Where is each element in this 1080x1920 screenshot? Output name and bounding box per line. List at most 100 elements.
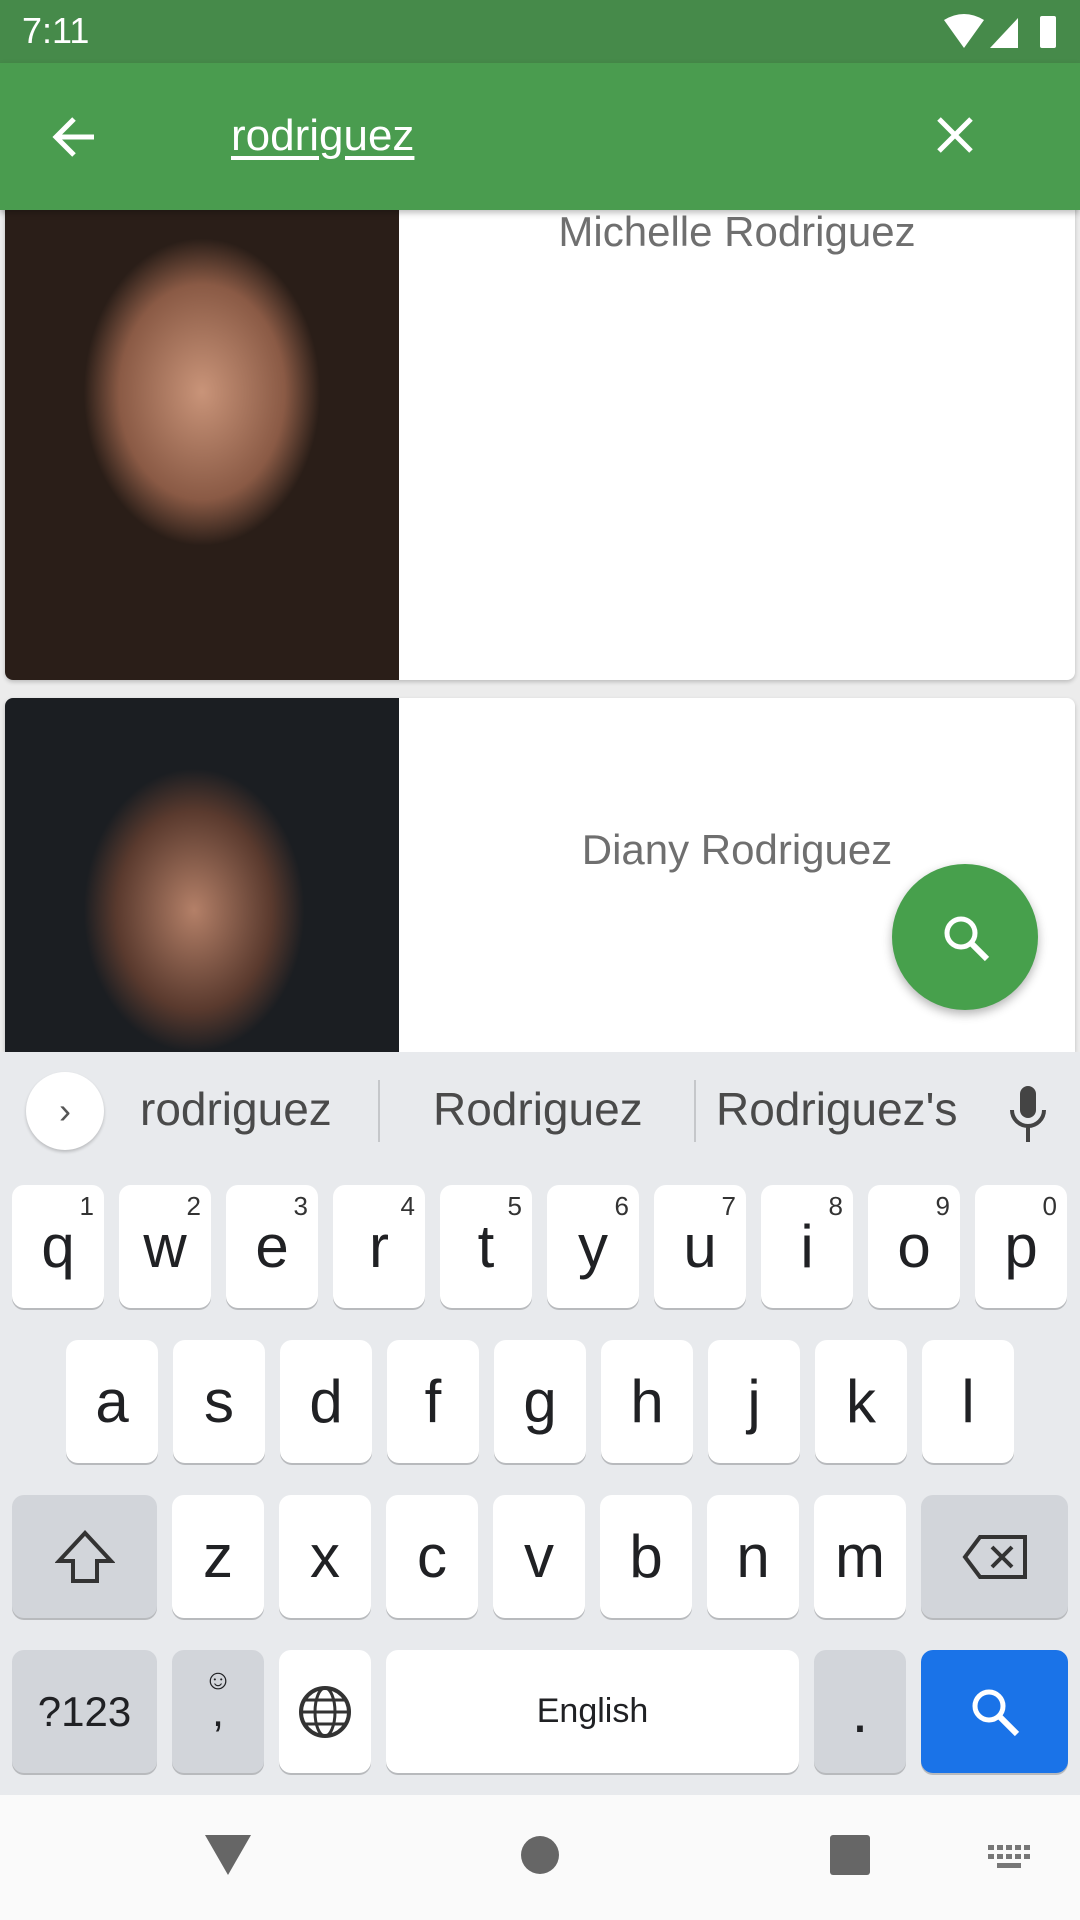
key-label: b (629, 1523, 663, 1590)
key-m[interactable]: m (814, 1495, 906, 1618)
key-k[interactable]: k (815, 1340, 907, 1463)
wifi-icon (944, 14, 984, 48)
key-label: w (143, 1213, 187, 1280)
key-t[interactable]: t5 (440, 1185, 532, 1308)
key-label: j (747, 1368, 761, 1435)
actor-photo (5, 698, 399, 1052)
suggestion[interactable]: Rodriguez's (716, 1082, 957, 1136)
key-label: z (203, 1523, 233, 1590)
recents-square-icon[interactable] (830, 1835, 870, 1875)
key-hint: 7 (721, 1191, 736, 1221)
key-label: u (683, 1213, 717, 1280)
key-u[interactable]: u7 (654, 1185, 746, 1308)
key-label: English (536, 1692, 649, 1730)
key-r[interactable]: r4 (333, 1185, 425, 1308)
language-key[interactable] (279, 1650, 371, 1773)
battery-icon (1040, 16, 1056, 48)
backspace-key[interactable] (921, 1495, 1068, 1618)
key-label: . (851, 1678, 869, 1745)
close-icon[interactable] (935, 115, 975, 155)
key-j[interactable]: j (708, 1340, 800, 1463)
chevron-right-icon[interactable]: › (26, 1072, 104, 1150)
navigation-bar (0, 1795, 1080, 1920)
search-input[interactable]: rodriguez (231, 111, 414, 161)
key-b[interactable]: b (600, 1495, 692, 1618)
key-hint: 9 (935, 1191, 950, 1221)
backspace-icon (962, 1534, 1027, 1579)
back-triangle-icon[interactable] (205, 1835, 251, 1875)
microphone-icon[interactable] (1008, 1086, 1048, 1142)
symbols-key[interactable]: ?123 (12, 1650, 157, 1773)
key-o[interactable]: o9 (868, 1185, 960, 1308)
key-l[interactable]: l (922, 1340, 1014, 1463)
key-hint: 5 (507, 1191, 522, 1221)
suggestion[interactable]: Rodriguez (433, 1082, 643, 1136)
shift-icon (54, 1529, 115, 1583)
key-e[interactable]: e3 (226, 1185, 318, 1308)
key-label: a (95, 1368, 129, 1435)
key-label: f (424, 1368, 442, 1435)
key-label: k (846, 1368, 876, 1435)
keyboard: › rodriguez Rodriguez Rodriguez's q1w2e3… (0, 1052, 1080, 1795)
key-q[interactable]: q1 (12, 1185, 104, 1308)
clock: 7:11 (22, 10, 90, 51)
key-x[interactable]: x (279, 1495, 371, 1618)
period-key[interactable]: . (814, 1650, 906, 1773)
key-v[interactable]: v (493, 1495, 585, 1618)
key-hint: 0 (1042, 1191, 1057, 1221)
key-label: e (255, 1213, 289, 1280)
key-hint: 4 (400, 1191, 415, 1221)
key-hint: 6 (614, 1191, 629, 1221)
key-a[interactable]: a (66, 1340, 158, 1463)
key-p[interactable]: p0 (975, 1185, 1067, 1308)
globe-icon (299, 1685, 351, 1738)
key-label: o (897, 1213, 931, 1280)
key-f[interactable]: f (387, 1340, 479, 1463)
key-label: y (578, 1213, 608, 1280)
key-h[interactable]: h (601, 1340, 693, 1463)
key-label: h (630, 1368, 664, 1435)
search-action-key[interactable] (921, 1650, 1068, 1773)
key-label: q (41, 1213, 75, 1280)
key-label: m (835, 1523, 885, 1590)
emoji-icon: ☺ (203, 1664, 233, 1695)
status-bar: 7:11 (0, 0, 1080, 63)
key-z[interactable]: z (172, 1495, 264, 1618)
search-refresh-icon (944, 916, 990, 962)
key-hint: 2 (186, 1191, 201, 1221)
result-card[interactable]: Michelle Rodriguez (5, 200, 1075, 680)
key-w[interactable]: w2 (119, 1185, 211, 1308)
key-label: n (736, 1523, 770, 1590)
key-label: p (1004, 1213, 1038, 1280)
key-n[interactable]: n (707, 1495, 799, 1618)
divider (694, 1080, 696, 1142)
key-label: i (800, 1213, 814, 1280)
key-y[interactable]: y6 (547, 1185, 639, 1308)
key-i[interactable]: i8 (761, 1185, 853, 1308)
key-label: t (477, 1213, 495, 1280)
key-label: g (523, 1368, 557, 1435)
result-card[interactable]: Diany Rodriguez (5, 698, 1075, 1052)
key-label: c (417, 1523, 447, 1590)
key-d[interactable]: d (280, 1340, 372, 1463)
search-icon (972, 1689, 1019, 1736)
key-hint: 3 (293, 1191, 308, 1221)
key-label: l (961, 1368, 975, 1435)
search-fab[interactable] (892, 864, 1038, 1010)
actor-photo (5, 200, 399, 680)
key-label: r (369, 1213, 389, 1280)
key-g[interactable]: g (494, 1340, 586, 1463)
suggestion[interactable]: rodriguez (140, 1082, 332, 1136)
key-c[interactable]: c (386, 1495, 478, 1618)
actor-name: Michelle Rodriguez (558, 208, 916, 255)
key-hint: 8 (828, 1191, 843, 1221)
divider (378, 1080, 380, 1142)
emoji-comma-key[interactable]: , ☺ (172, 1650, 264, 1773)
shift-key[interactable] (12, 1495, 157, 1618)
home-circle-icon[interactable] (520, 1835, 560, 1875)
key-s[interactable]: s (173, 1340, 265, 1463)
key-hint: 1 (79, 1191, 94, 1221)
space-key[interactable]: English (386, 1650, 799, 1773)
keyboard-switch-icon[interactable] (988, 1845, 1030, 1871)
arrow-left-icon[interactable] (50, 113, 98, 161)
